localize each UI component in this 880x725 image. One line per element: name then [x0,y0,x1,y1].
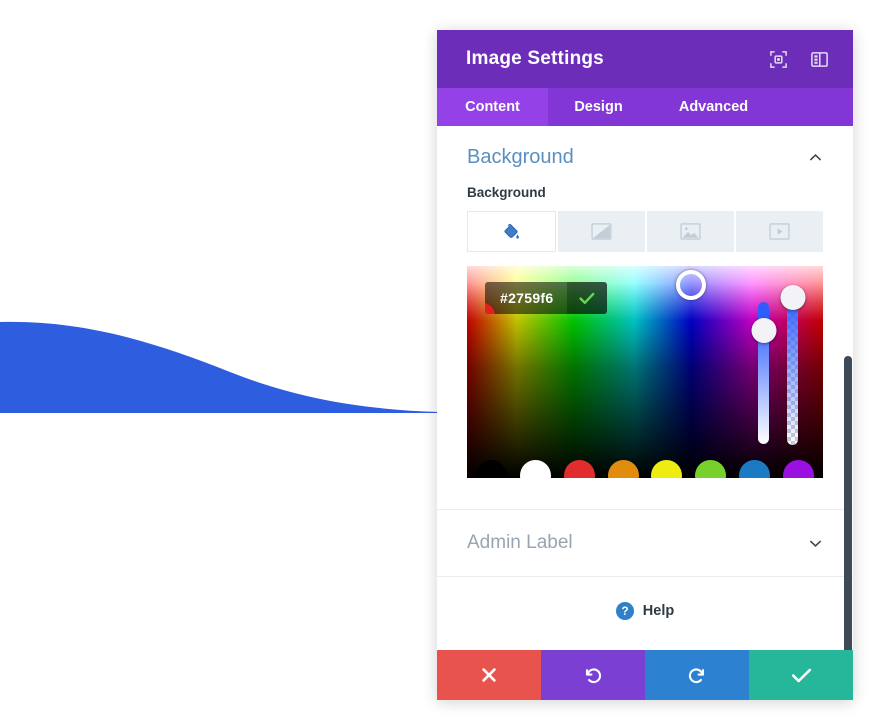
panel-footer [437,650,853,700]
hue-slider[interactable] [751,302,776,444]
swatch-black[interactable] [476,460,507,478]
panel-scrollbar[interactable] [844,356,852,650]
background-section-title: Background [467,146,574,168]
confirm-color-button[interactable] [567,282,608,314]
tab-content[interactable]: Content [437,88,548,126]
help-question-icon: ? [615,602,634,620]
color-fill-icon [502,222,521,241]
color-picker[interactable]: 1 #2759f6 [467,266,823,478]
opacity-slider-knob[interactable] [780,285,805,310]
swatch-purple[interactable] [782,460,814,478]
tab-design[interactable]: Design [548,88,649,126]
panel-header: Image Settings [437,30,853,88]
background-type-gradient[interactable] [558,211,645,252]
preset-swatch-row [467,460,823,478]
redo-icon [687,665,707,685]
checkmark-icon [579,292,595,305]
background-section: Background Background #2759f6 [437,126,853,478]
swatch-blue[interactable] [739,460,771,478]
help-row[interactable]: ? Help [437,577,853,620]
undo-icon [583,665,603,685]
background-type-color[interactable] [467,211,556,252]
layout-panel-icon[interactable] [810,50,829,69]
background-type-group [467,211,823,252]
opacity-slider[interactable] [780,285,805,445]
video-icon [769,223,790,240]
checkmark-icon [791,667,812,684]
undo-button[interactable] [541,650,645,700]
header-icon-group [769,50,829,69]
focus-target-icon[interactable] [769,50,788,69]
panel-tabs: Content Design Advanced [437,88,853,126]
panel-body: Background Background #2759f6 Admin Labe… [437,126,853,650]
page-background-wave [0,0,440,725]
swatch-orange[interactable] [607,460,639,478]
swatch-red[interactable] [563,460,595,478]
help-label: Help [642,603,675,619]
swatch-green[interactable] [695,460,727,478]
swatch-white[interactable] [519,460,551,478]
hue-slider-knob[interactable] [751,318,776,343]
save-button[interactable] [749,650,853,700]
swatch-yellow[interactable] [651,460,683,478]
panel-title: Image Settings [466,48,604,69]
chevron-down-icon[interactable] [808,536,823,551]
redo-button[interactable] [645,650,749,700]
color-selection-handle[interactable] [676,270,706,300]
x-icon [480,666,498,684]
admin-label-title: Admin Label [467,532,573,553]
background-section-header[interactable]: Background [467,126,823,185]
admin-label-section[interactable]: Admin Label [437,510,853,576]
gradient-icon [591,223,612,240]
image-icon [680,223,701,240]
background-type-video[interactable] [736,211,823,252]
hex-value-field[interactable]: 1 #2759f6 [485,282,608,314]
close-button[interactable] [437,650,541,700]
background-field-label: Background [467,185,546,200]
tab-advanced[interactable]: Advanced [649,88,778,126]
background-type-image[interactable] [647,211,734,252]
svg-text:?: ? [621,606,628,618]
hex-value-text[interactable]: #2759f6 [485,282,567,314]
screen: Image Settings Content Design Advanced B… [0,0,880,725]
image-settings-panel: Image Settings Content Design Advanced B… [437,30,853,700]
chevron-up-icon[interactable] [808,150,823,165]
